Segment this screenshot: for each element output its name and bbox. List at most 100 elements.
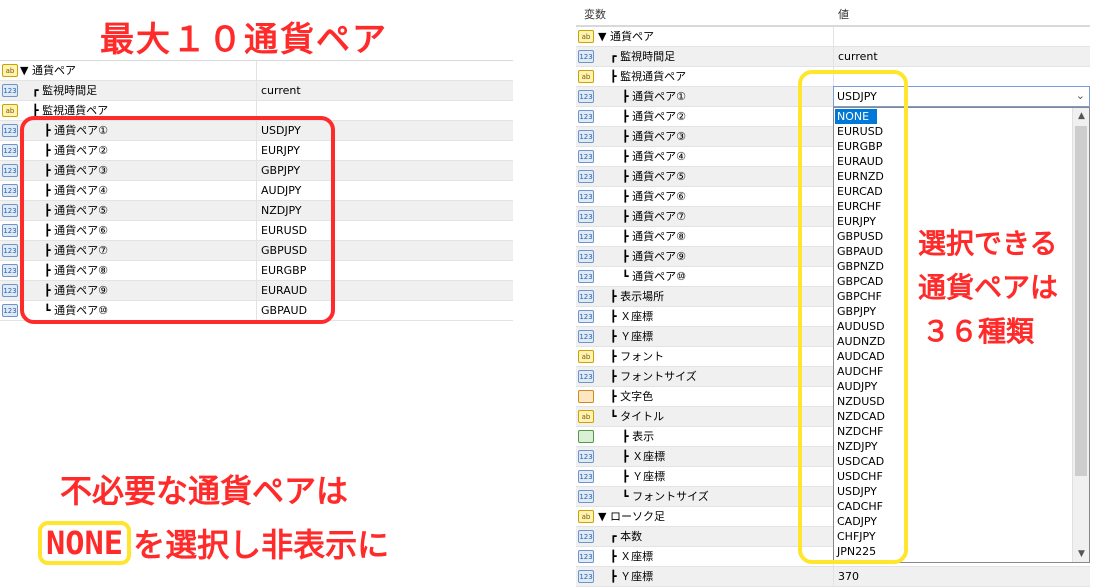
property-name: ┣ 通貨ペア②: [622, 110, 686, 123]
number-type-icon: 123: [578, 270, 594, 283]
number-type-icon: 123: [2, 204, 18, 217]
number-type-icon: 123: [578, 550, 594, 563]
string-type-icon: ab: [578, 410, 594, 423]
property-name: ┗ フォントサイズ: [622, 490, 709, 503]
number-type-icon: 123: [2, 144, 18, 157]
string-type-icon: ab: [578, 30, 594, 43]
property-name: ┏ 監視時間足: [32, 84, 98, 97]
note-unneeded-line1: 不必要な通貨ペアは: [60, 472, 349, 510]
number-type-icon: 123: [2, 244, 18, 257]
color-type-icon: [578, 390, 594, 403]
property-name: ┣ Ｘ座標: [610, 310, 654, 323]
property-name: ┣ Ｙ座標: [622, 470, 666, 483]
number-type-icon: 123: [578, 110, 594, 123]
number-type-icon: 123: [2, 284, 18, 297]
property-name: ┣ 通貨ペア⑦: [622, 210, 686, 223]
scroll-down-icon[interactable]: ▼: [1073, 546, 1089, 562]
property-name: ▼ ローソク足: [598, 510, 665, 523]
number-type-icon: 123: [578, 370, 594, 383]
property-name: ┣ 通貨ペア⑤: [622, 170, 686, 183]
scroll-up-icon[interactable]: ▲: [1073, 108, 1089, 124]
number-type-icon: 123: [578, 470, 594, 483]
property-name: ┣ フォントサイズ: [610, 370, 697, 383]
number-type-icon: 123: [2, 184, 18, 197]
number-type-icon: 123: [578, 90, 594, 103]
property-name: ┣ Ｙ座標: [610, 330, 654, 343]
header-value: 値: [838, 8, 849, 21]
property-name: ┣ 表示: [622, 430, 655, 443]
property-name: ┣ 通貨ペア③: [622, 130, 686, 143]
note-unneeded-line2-wrap: NONE を選択し非表示に: [38, 520, 389, 566]
note-unneeded-line2: を選択し非表示に: [133, 526, 390, 564]
scroll-thumb[interactable]: [1075, 126, 1087, 476]
property-name: ┣ フォント: [610, 350, 665, 363]
property-row[interactable]: ab ▼ 通貨ペア: [576, 27, 1090, 47]
note-select-count: 選択できる通貨ペアは ３６種類: [918, 222, 1058, 354]
number-type-icon: 123: [578, 570, 594, 583]
number-type-icon: 123: [578, 230, 594, 243]
property-value[interactable]: [833, 27, 1090, 47]
property-value[interactable]: current: [256, 81, 513, 101]
property-name: ┣ 文字色: [610, 390, 654, 403]
property-value[interactable]: current: [833, 47, 1090, 67]
number-type-icon: 123: [578, 190, 594, 203]
number-type-icon: 123: [578, 530, 594, 543]
number-type-icon: 123: [578, 290, 594, 303]
property-value[interactable]: [256, 61, 513, 81]
number-type-icon: 123: [578, 450, 594, 463]
bool-type-icon: [578, 430, 594, 443]
number-type-icon: 123: [2, 124, 18, 137]
property-name: ┣ 監視通貨ペア: [610, 70, 687, 83]
property-name: ┣ 通貨ペア④: [622, 150, 686, 163]
page-title: 最大１０通貨ペア: [100, 20, 388, 60]
number-type-icon: 123: [578, 490, 594, 503]
property-row[interactable]: 123 ┏ 監視時間足 current: [0, 81, 513, 101]
number-type-icon: 123: [2, 304, 18, 317]
string-type-icon: ab: [2, 64, 18, 77]
red-highlight-box: [20, 116, 335, 324]
property-row[interactable]: ab ▼ 通貨ペア: [0, 61, 513, 81]
property-value[interactable]: 370: [833, 567, 1090, 587]
number-type-icon: 123: [578, 130, 594, 143]
none-highlight: NONE: [38, 521, 132, 565]
number-type-icon: 123: [2, 164, 18, 177]
note-select-line: 選択できる: [918, 227, 1058, 260]
number-type-icon: 123: [2, 264, 18, 277]
property-row[interactable]: 123 ┏ 監視時間足 current: [576, 47, 1090, 67]
number-type-icon: 123: [578, 150, 594, 163]
header-variable: 変数: [584, 8, 606, 21]
property-name: ┣ Ｙ座標: [610, 570, 654, 583]
string-type-icon: ab: [578, 510, 594, 523]
yellow-highlight-box: [798, 70, 908, 564]
property-name: ┗ タイトル: [610, 410, 665, 423]
number-type-icon: 123: [578, 50, 594, 63]
property-name: ┏ 監視時間足: [610, 50, 676, 63]
property-name: ▼ 通貨ペア: [598, 30, 654, 43]
property-name: ┏ 本数: [610, 530, 643, 543]
string-type-icon: ab: [2, 104, 18, 117]
property-name: ┣ Ｘ座標: [610, 550, 654, 563]
dropdown-scrollbar[interactable]: ▲ ▼: [1072, 108, 1089, 562]
number-type-icon: 123: [578, 170, 594, 183]
property-name: ┣ 通貨ペア⑧: [622, 230, 686, 243]
property-name: ┣ 表示場所: [610, 290, 665, 303]
grid-header: 変数 値: [576, 0, 1090, 26]
property-name: ┣ 通貨ペア⑨: [622, 250, 686, 263]
property-row[interactable]: 123 ┣ Ｙ座標 370: [576, 567, 1090, 587]
number-type-icon: 123: [578, 330, 594, 343]
property-name: ┗ 通貨ペア⑩: [622, 270, 686, 283]
number-type-icon: 123: [578, 310, 594, 323]
number-type-icon: 123: [2, 84, 18, 97]
chevron-down-icon[interactable]: ⌄: [1076, 89, 1085, 102]
property-name: ┣ 通貨ペア①: [622, 90, 686, 103]
string-type-icon: ab: [578, 70, 594, 83]
number-type-icon: 123: [578, 250, 594, 263]
note-select-line: 通貨ペアは: [918, 271, 1059, 304]
property-name: ┣ Ｘ座標: [622, 450, 666, 463]
property-name: ┣ 通貨ペア⑥: [622, 190, 686, 203]
property-name: ▼ 通貨ペア: [20, 64, 76, 77]
string-type-icon: ab: [578, 350, 594, 363]
number-type-icon: 123: [2, 224, 18, 237]
number-type-icon: 123: [578, 210, 594, 223]
note-select-line: ３６種類: [922, 315, 1035, 348]
